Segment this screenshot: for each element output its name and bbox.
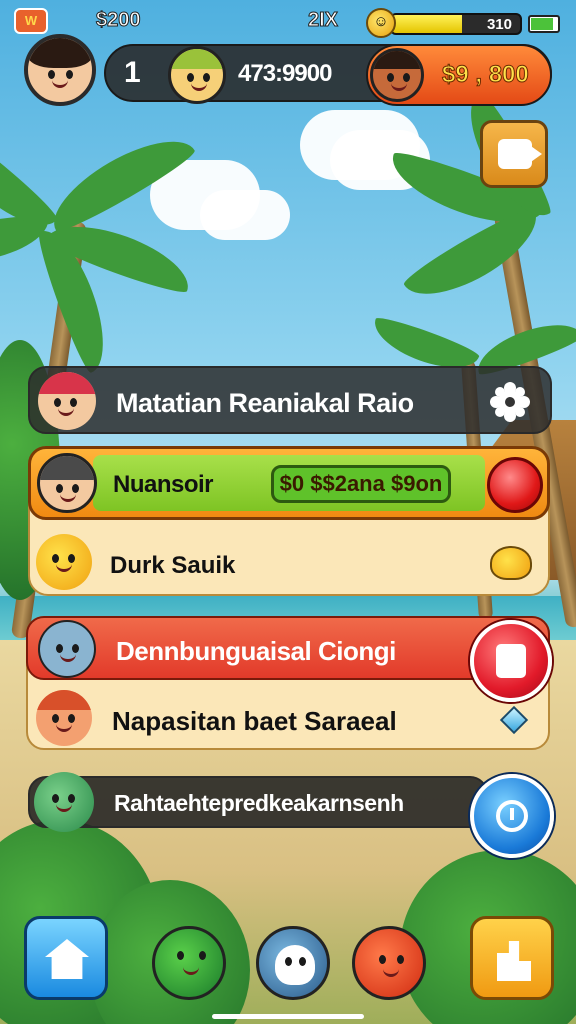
score-value: 473:9900 xyxy=(238,60,332,87)
menu-item-5[interactable]: Napasitan baet Saraeal xyxy=(26,686,550,750)
offer-price[interactable]: $0 $$2ana $9on xyxy=(271,465,451,503)
character-avatar xyxy=(36,690,92,746)
clock-button[interactable] xyxy=(470,774,554,858)
stats-button[interactable] xyxy=(470,916,554,1000)
gear-icon[interactable] xyxy=(490,382,530,422)
red-action-button[interactable] xyxy=(487,457,543,513)
energy-bar: 310 xyxy=(390,13,522,35)
energy-meter: 310 ☺ xyxy=(366,8,562,38)
share-button[interactable] xyxy=(480,120,548,188)
share-icon xyxy=(498,139,542,169)
status-time: $200 xyxy=(96,9,141,32)
coins-avatar xyxy=(370,48,424,102)
energy-value: 310 xyxy=(486,16,512,33)
menu-item-2[interactable]: Nuansoir $0 $$2ana $9on xyxy=(28,446,550,520)
home-indicator xyxy=(212,1014,364,1019)
battery-icon xyxy=(528,15,560,33)
home-button[interactable] xyxy=(24,916,108,1000)
menu-item-label: Napasitan baet Saraeal xyxy=(112,706,397,736)
home-icon xyxy=(45,939,89,979)
status-bar: W $200 2IX 310 ☺ xyxy=(0,6,576,38)
frog-character-button[interactable] xyxy=(152,926,226,1000)
energy-fill xyxy=(392,15,463,33)
stats-icon xyxy=(497,941,531,981)
cloud xyxy=(200,190,290,240)
cat-character-icon xyxy=(38,620,96,678)
multiplier-text: 2IX xyxy=(307,9,339,32)
character-avatar xyxy=(37,453,97,513)
battery-level xyxy=(531,18,553,30)
menu-item-6[interactable]: Rahtaehtepredkeakarnsenh xyxy=(28,772,488,832)
menu-item-1[interactable]: Matatian Reaniakal Raio xyxy=(28,366,552,434)
coins-value: $9 , 800 xyxy=(442,61,530,89)
tomato-character-button[interactable] xyxy=(352,926,426,1000)
menu-item-label: Durk Sauik xyxy=(110,552,236,579)
rival-avatar[interactable] xyxy=(168,46,226,104)
header-bar: 1 473:9900 $9 , 800 xyxy=(104,44,552,106)
menu-item-label: Matatian Reaniakal Raio xyxy=(116,388,414,418)
menu-item-3[interactable]: Durk Sauik xyxy=(28,528,550,596)
diamond-icon xyxy=(499,705,529,735)
player-avatar[interactable] xyxy=(24,34,96,106)
blob-character-icon xyxy=(490,546,532,580)
ghost-character-button[interactable] xyxy=(256,926,330,1000)
rank-number: 1 xyxy=(124,56,141,89)
clock-icon xyxy=(496,800,528,832)
calendar-icon xyxy=(496,644,526,678)
menu-item-label: Dennbunguaisal Ciongi xyxy=(116,636,396,666)
character-avatar xyxy=(38,372,96,430)
menu-item-label: Nuansoir xyxy=(113,471,214,498)
spiky-character-icon xyxy=(34,772,94,832)
sun-character-icon xyxy=(36,534,92,590)
menu-item-label: Rahtaehtepredkeakarnsenh xyxy=(114,790,404,816)
palm-frond xyxy=(400,202,550,313)
smiley-coin-icon: ☺ xyxy=(366,8,396,38)
status-badge: W xyxy=(14,8,48,34)
coins-pill[interactable]: $9 , 800 xyxy=(366,44,552,106)
